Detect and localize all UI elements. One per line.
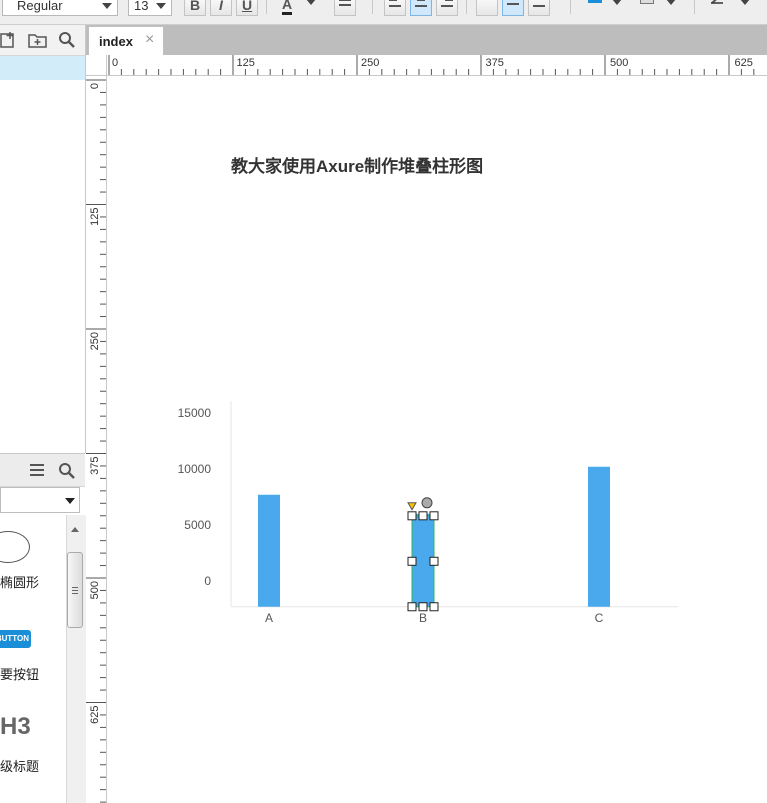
font-color-button[interactable]: A xyxy=(276,0,320,16)
italic-button[interactable]: I xyxy=(210,0,232,16)
resize-handle[interactable] xyxy=(418,511,428,521)
canvas-title-text[interactable]: 教大家使用Axure制作堆叠柱形图 xyxy=(231,152,483,177)
font-style-value: Regular xyxy=(17,0,63,13)
pen-icon xyxy=(711,0,723,4)
library-panel-header xyxy=(0,453,85,487)
toolbar-separator xyxy=(694,0,695,14)
add-folder-icon[interactable] xyxy=(28,31,48,49)
align-center-button[interactable] xyxy=(410,0,432,16)
add-page-icon[interactable] xyxy=(0,31,18,49)
primary-button-widget-icon[interactable]: BUTTON xyxy=(0,630,31,648)
ruler-corner xyxy=(86,55,107,76)
y-tick-label: 0 xyxy=(204,574,211,588)
resize-handle[interactable] xyxy=(429,511,439,521)
font-size-dropdown[interactable]: 13 xyxy=(128,0,172,16)
ruler-v-label: 625 xyxy=(89,706,101,724)
ruler-v-label: 500 xyxy=(89,581,101,599)
search-icon[interactable] xyxy=(58,462,76,480)
search-icon[interactable] xyxy=(58,31,76,49)
x-tick-label: C xyxy=(595,611,604,625)
x-tick-label: A xyxy=(265,611,273,625)
library-select[interactable] xyxy=(0,487,80,513)
stacked-bar-chart[interactable]: 15000 10000 5000 0 A B C xyxy=(160,395,700,635)
resize-handle[interactable] xyxy=(407,602,417,612)
align-middle-button[interactable] xyxy=(502,0,524,16)
resize-handle[interactable] xyxy=(429,602,439,612)
line-color-button[interactable] xyxy=(706,0,754,16)
page-tree-item-selected[interactable] xyxy=(0,56,85,80)
bold-button[interactable]: B xyxy=(184,0,206,16)
ellipse-widget-icon[interactable] xyxy=(0,531,30,563)
ruler-h-label: 125 xyxy=(237,57,255,69)
h3-widget-icon[interactable]: H3 xyxy=(0,713,31,741)
library-scrollbar-thumb[interactable] xyxy=(67,552,83,628)
ruler-h-label: 500 xyxy=(610,57,628,69)
shadow-button[interactable] xyxy=(636,0,680,16)
bar-c[interactable] xyxy=(588,466,610,607)
align-top-button[interactable] xyxy=(476,0,498,16)
ruler-v-label: 0 xyxy=(89,83,101,89)
pages-panel xyxy=(0,25,86,453)
chevron-down-icon xyxy=(666,0,676,5)
widget-label-primary-button: 要按钮 xyxy=(0,667,40,682)
toolbar-separator xyxy=(372,0,373,14)
ruler-h-label: 0 xyxy=(112,57,118,69)
tab-label: index xyxy=(99,34,133,49)
font-style-dropdown[interactable]: Regular xyxy=(2,0,118,16)
resize-handle[interactable] xyxy=(407,511,417,521)
scroll-up-icon[interactable] xyxy=(71,527,79,532)
tab-index[interactable]: index × xyxy=(88,26,164,55)
ruler-h-label: 250 xyxy=(361,57,379,69)
rotate-handle-icon[interactable] xyxy=(421,497,433,509)
widget-library-list: 椭圆形 BUTTON 要按钮 H3 级标题 xyxy=(0,515,66,803)
align-right-button[interactable] xyxy=(436,0,458,16)
ruler-v-label: 375 xyxy=(89,457,101,475)
y-tick-label: 10000 xyxy=(178,462,212,476)
ruler-h-label: 375 xyxy=(486,57,504,69)
corner-radius-handle-icon[interactable] xyxy=(407,502,417,511)
y-tick-label: 15000 xyxy=(178,406,212,420)
toolbar-separator xyxy=(266,0,267,14)
resize-handle[interactable] xyxy=(429,556,439,566)
toolbar-separator xyxy=(466,0,467,14)
chevron-down-icon xyxy=(65,498,75,504)
shadow-icon xyxy=(640,0,654,4)
x-tick-label: B xyxy=(419,611,427,625)
bullet-list-button[interactable] xyxy=(334,0,356,16)
formatting-toolbar: Regular 13 B I U A xyxy=(0,0,767,25)
horizontal-ruler: 0 125 250 375 500 625 xyxy=(106,55,767,76)
align-bottom-button[interactable] xyxy=(528,0,550,16)
vertical-ruler: 0 125 250 375 500 625 xyxy=(86,55,107,803)
fill-color-swatch xyxy=(588,0,602,3)
ruler-h-label: 625 xyxy=(735,57,753,69)
font-color-glyph: A xyxy=(282,0,293,15)
align-left-button[interactable] xyxy=(384,0,406,16)
ruler-v-label: 250 xyxy=(89,332,101,350)
chevron-down-icon xyxy=(306,0,316,5)
close-icon[interactable]: × xyxy=(145,31,154,49)
resize-handle[interactable] xyxy=(407,556,417,566)
tab-strip xyxy=(86,25,767,55)
fill-color-button[interactable] xyxy=(584,0,626,16)
toolbar-separator xyxy=(570,0,571,14)
menu-icon[interactable] xyxy=(29,463,45,477)
chevron-down-icon xyxy=(740,0,750,5)
font-size-value: 13 xyxy=(134,0,149,13)
widget-label-ellipse: 椭圆形 xyxy=(0,575,40,590)
y-tick-label: 5000 xyxy=(184,518,211,532)
chevron-down-icon xyxy=(102,3,112,9)
ruler-v-label: 125 xyxy=(89,208,101,226)
chevron-down-icon xyxy=(156,3,166,9)
bar-a[interactable] xyxy=(258,494,280,607)
resize-handle[interactable] xyxy=(418,602,428,612)
chevron-down-icon xyxy=(612,0,622,5)
pages-panel-header xyxy=(0,25,85,56)
underline-button[interactable]: U xyxy=(236,0,258,16)
widget-label-h3: 级标题 xyxy=(0,759,40,774)
